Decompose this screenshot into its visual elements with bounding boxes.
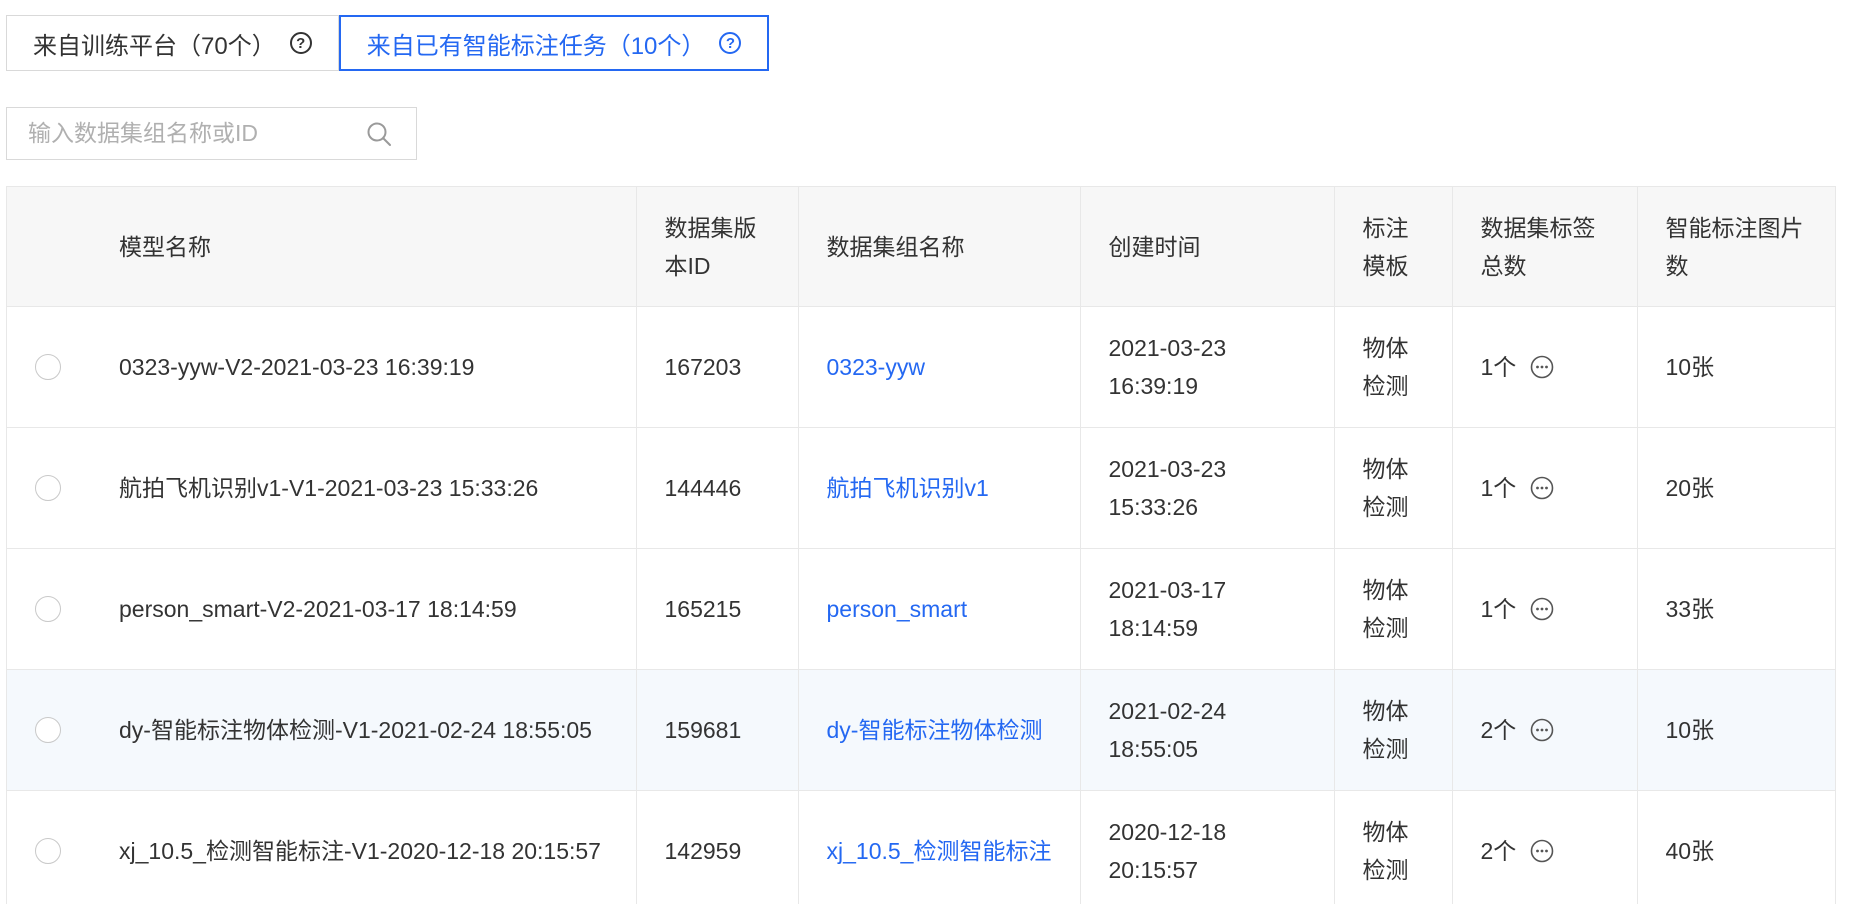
header-image-count: 智能标注图片数 <box>1637 186 1835 307</box>
search-input[interactable] <box>7 108 364 159</box>
version-id-cell: 167203 <box>636 306 799 428</box>
header-model-name: 模型名称 <box>91 186 637 307</box>
model-name-cell: person_smart-V2-2021-03-17 18:14:59 <box>91 548 637 670</box>
tag-count: 2个 <box>1480 717 1517 743</box>
created-time-cell: 2020-12-18 20:15:57 <box>1080 790 1335 904</box>
ellipsis-circle-icon[interactable] <box>1530 718 1554 742</box>
model-name-cell: dy-智能标注物体检测-V1-2021-02-24 18:55:05 <box>91 669 637 791</box>
header-tag-count: 数据集标签总数 <box>1452 186 1638 307</box>
ellipsis-circle-icon[interactable] <box>1530 839 1554 863</box>
tag-count: 1个 <box>1480 475 1517 501</box>
template-cell: 物体检测 <box>1334 669 1453 791</box>
image-count-cell: 40张 <box>1637 790 1835 904</box>
table-row[interactable]: 航拍飞机识别v1-V1-2021-03-23 15:33:26 144446 航… <box>7 427 1835 549</box>
question-circle-icon[interactable]: ? <box>289 32 312 54</box>
source-tabs: 来自训练平台（70个） ? 来自已有智能标注任务（10个） ? <box>6 15 770 71</box>
question-circle-icon[interactable]: ? <box>719 32 742 54</box>
version-id-cell: 142959 <box>636 790 799 904</box>
version-id-cell: 144446 <box>636 427 799 549</box>
tab-smart-annotation-tasks[interactable]: 来自已有智能标注任务（10个） ? <box>338 15 770 71</box>
group-name-link[interactable]: xj_10.5_检测智能标注 <box>827 838 1052 864</box>
table-row[interactable]: 0323-yyw-V2-2021-03-23 16:39:19 167203 0… <box>7 306 1835 428</box>
template-cell: 物体检测 <box>1334 790 1453 904</box>
table-row[interactable]: xj_10.5_检测智能标注-V1-2020-12-18 20:15:57 14… <box>7 790 1835 904</box>
ellipsis-circle-icon[interactable] <box>1530 597 1554 621</box>
header-version-id: 数据集版本ID <box>636 186 799 307</box>
group-name-link[interactable]: dy-智能标注物体检测 <box>827 717 1043 743</box>
tag-count: 2个 <box>1480 838 1517 864</box>
row-select-radio[interactable] <box>35 838 61 864</box>
dataset-selector: 来自训练平台（70个） ? 来自已有智能标注任务（10个） ? 输入数据集组名称… <box>0 0 1860 904</box>
tab-label: 来自已有智能标注任务（10个） <box>366 32 706 60</box>
table-header-row: 模型名称 数据集版本ID 数据集组名称 创建时间 标注模板 数据集标签总数 智能… <box>7 186 1835 307</box>
image-count-cell: 10张 <box>1637 306 1835 428</box>
row-select-radio[interactable] <box>35 354 61 380</box>
tag-count: 1个 <box>1480 596 1517 622</box>
header-template: 标注模板 <box>1334 186 1453 307</box>
image-count-cell: 20张 <box>1637 427 1835 549</box>
search-box <box>6 107 417 160</box>
table-row[interactable]: dy-智能标注物体检测-V1-2021-02-24 18:55:05 15968… <box>7 669 1835 791</box>
version-id-cell: 159681 <box>636 669 799 791</box>
search-icon[interactable] <box>364 119 394 149</box>
row-select-radio[interactable] <box>35 475 61 501</box>
model-name-cell: xj_10.5_检测智能标注-V1-2020-12-18 20:15:57 <box>91 790 637 904</box>
image-count-cell: 33张 <box>1637 548 1835 670</box>
header-group-name: 数据集组名称 <box>798 186 1081 307</box>
created-time-cell: 2021-03-23 16:39:19 <box>1080 306 1335 428</box>
tab-label: 来自训练平台（70个） <box>33 32 276 60</box>
dataset-table: 模型名称 数据集版本ID 数据集组名称 创建时间 标注模板 数据集标签总数 智能… <box>6 186 1836 904</box>
group-name-link[interactable]: person_smart <box>827 596 968 622</box>
ellipsis-circle-icon[interactable] <box>1530 355 1554 379</box>
created-time-cell: 2021-03-17 18:14:59 <box>1080 548 1335 670</box>
template-cell: 物体检测 <box>1334 306 1453 428</box>
ellipsis-circle-icon[interactable] <box>1530 476 1554 500</box>
group-name-link[interactable]: 航拍飞机识别v1 <box>827 475 989 501</box>
template-cell: 物体检测 <box>1334 427 1453 549</box>
model-name-cell: 航拍飞机识别v1-V1-2021-03-23 15:33:26 <box>91 427 637 549</box>
tab-training-platform[interactable]: 来自训练平台（70个） ? <box>6 15 339 71</box>
model-name-cell: 0323-yyw-V2-2021-03-23 16:39:19 <box>91 306 637 428</box>
row-select-radio[interactable] <box>35 596 61 622</box>
select-header <box>7 186 91 307</box>
template-cell: 物体检测 <box>1334 548 1453 670</box>
group-name-link[interactable]: 0323-yyw <box>827 354 925 380</box>
row-select-radio[interactable] <box>35 717 61 743</box>
created-time-cell: 2021-02-24 18:55:05 <box>1080 669 1335 791</box>
tag-count: 1个 <box>1480 354 1517 380</box>
created-time-cell: 2021-03-23 15:33:26 <box>1080 427 1335 549</box>
table-row[interactable]: person_smart-V2-2021-03-17 18:14:59 1652… <box>7 548 1835 670</box>
version-id-cell: 165215 <box>636 548 799 670</box>
header-created-time: 创建时间 <box>1080 186 1335 307</box>
image-count-cell: 10张 <box>1637 669 1835 791</box>
